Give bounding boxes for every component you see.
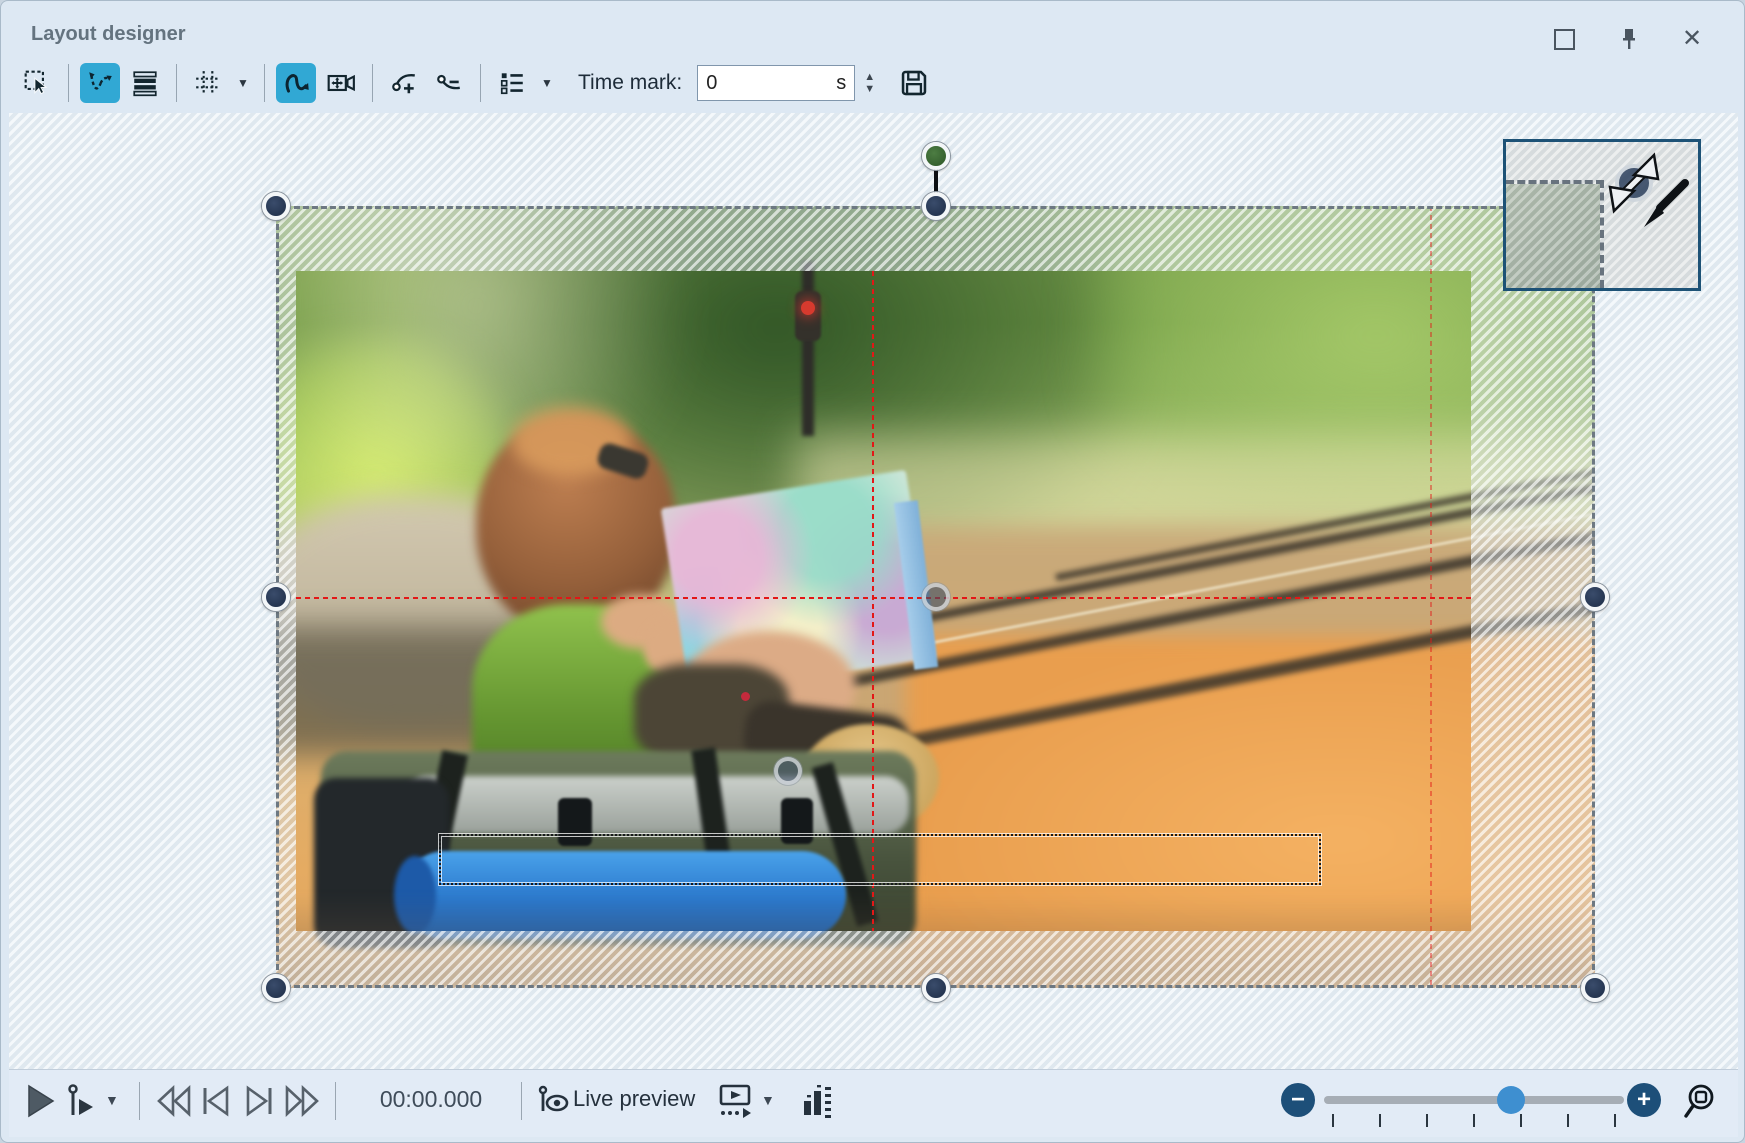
selection-tool-button[interactable]: [17, 63, 57, 103]
handle-center[interactable]: [922, 583, 950, 611]
grid-button[interactable]: [188, 63, 228, 103]
save-button[interactable]: [894, 63, 934, 103]
previous-icon: [199, 1084, 233, 1118]
spin-up-button[interactable]: ▲: [864, 72, 875, 82]
maximize-icon: [1554, 29, 1575, 50]
layout-designer-window: Layout designer ✕ ▼: [0, 0, 1745, 1143]
smooth-curve-icon: [281, 68, 311, 98]
fast-forward-button[interactable]: [283, 1084, 321, 1118]
remove-curve-point-button[interactable]: [429, 63, 469, 103]
time-mark-field: s: [697, 65, 855, 101]
grid-dropdown[interactable]: ▼: [233, 63, 253, 103]
fast-forward-icon: [283, 1084, 321, 1118]
window-title: Layout designer: [31, 23, 185, 46]
handle-bottom-left[interactable]: [262, 974, 290, 1002]
handle-bottom-center[interactable]: [922, 974, 950, 1002]
toolbar-separator: [372, 64, 373, 102]
smooth-curve-tool-button[interactable]: [276, 63, 316, 103]
zoom-slider-ticks: [1332, 1114, 1616, 1127]
layers-icon: [131, 69, 159, 97]
grid-icon: [194, 69, 222, 97]
zoom-fit-icon: [1681, 1083, 1717, 1121]
camera-pan-icon: [326, 68, 356, 98]
preview-window-icon: [715, 1083, 755, 1121]
toolbar-separator: [264, 64, 265, 102]
remove-curve-point-icon: [435, 69, 463, 97]
resize-brush-cursor: [1592, 141, 1696, 245]
motion-path-tool-button[interactable]: [80, 63, 120, 103]
close-button[interactable]: ✕: [1678, 25, 1706, 53]
toolbar-separator: [480, 64, 481, 102]
layers-button[interactable]: [125, 63, 165, 103]
zoom-in-button[interactable]: +: [1627, 1083, 1661, 1117]
rewind-icon: [155, 1084, 193, 1118]
live-preview-label: Live preview: [573, 1086, 695, 1112]
live-preview-eye-icon: [537, 1085, 571, 1117]
handle-top-left[interactable]: [262, 192, 290, 220]
camera-pan-button[interactable]: [321, 63, 361, 103]
zoom-out-button[interactable]: −: [1281, 1083, 1315, 1117]
plus-icon: +: [1637, 1088, 1651, 1112]
rewind-button[interactable]: [155, 1084, 193, 1118]
transport-bar: ▼ 00:00.000 Live preview ▼ − +: [9, 1069, 1738, 1137]
save-icon: [899, 68, 929, 98]
toolbar-separator: [176, 64, 177, 102]
main-toolbar: ▼ ▼ Time mark: s ▲ ▼: [17, 57, 934, 109]
add-curve-point-button[interactable]: [384, 63, 424, 103]
zoom-fit-button[interactable]: [1681, 1083, 1717, 1121]
time-display: 00:00.000: [361, 1086, 501, 1113]
play-icon: [25, 1084, 55, 1118]
rotation-center-marker[interactable]: [774, 757, 802, 785]
time-mark-unit: s: [836, 72, 846, 95]
performance-monitor-icon: [801, 1083, 835, 1121]
performance-monitor-button[interactable]: [801, 1083, 835, 1121]
close-icon: ✕: [1682, 27, 1702, 51]
transport-separator: [139, 1082, 140, 1120]
time-mark-input[interactable]: [697, 65, 855, 101]
play-from-marker-icon: [65, 1083, 97, 1119]
magnified-selection-edge-top: [1506, 180, 1604, 184]
zoom-slider-thumb[interactable]: [1497, 1086, 1525, 1114]
motion-path-icon: [86, 69, 114, 97]
previous-button[interactable]: [199, 1084, 233, 1118]
transport-separator: [335, 1082, 336, 1120]
play-from-marker-button[interactable]: [65, 1083, 97, 1119]
design-canvas[interactable]: [9, 113, 1738, 1069]
pin-button[interactable]: [1615, 25, 1643, 53]
object-list-button[interactable]: [492, 63, 532, 103]
handle-top-center[interactable]: [922, 192, 950, 220]
titlebar: Layout designer ✕: [1, 1, 1744, 57]
spin-down-button[interactable]: ▼: [864, 84, 875, 94]
play-options-dropdown[interactable]: ▼: [105, 1092, 119, 1108]
selection-tool-icon: [23, 69, 51, 97]
time-mark-label: Time mark:: [578, 71, 682, 95]
preview-mode-dropdown[interactable]: ▼: [761, 1092, 775, 1108]
magnified-photo-corner: [1506, 184, 1600, 288]
toolbar-separator: [68, 64, 69, 102]
zoom-slider[interactable]: [1324, 1096, 1624, 1104]
next-icon: [242, 1084, 276, 1118]
maximize-button[interactable]: [1550, 25, 1578, 53]
object-list-dropdown[interactable]: ▼: [537, 63, 557, 103]
handle-bottom-right[interactable]: [1581, 974, 1609, 1002]
minus-icon: −: [1291, 1088, 1305, 1112]
object-list-icon: [498, 69, 526, 97]
live-preview-toggle[interactable]: [537, 1085, 571, 1117]
add-curve-point-icon: [390, 69, 418, 97]
play-button[interactable]: [25, 1084, 55, 1118]
handle-middle-left[interactable]: [262, 583, 290, 611]
next-button[interactable]: [242, 1084, 276, 1118]
pin-icon: [1618, 27, 1640, 51]
time-mark-spinner: ▲ ▼: [864, 72, 875, 94]
transport-separator: [521, 1082, 522, 1120]
handle-middle-right[interactable]: [1581, 583, 1609, 611]
rotation-handle[interactable]: [922, 142, 950, 170]
preview-window-button[interactable]: [715, 1083, 755, 1121]
